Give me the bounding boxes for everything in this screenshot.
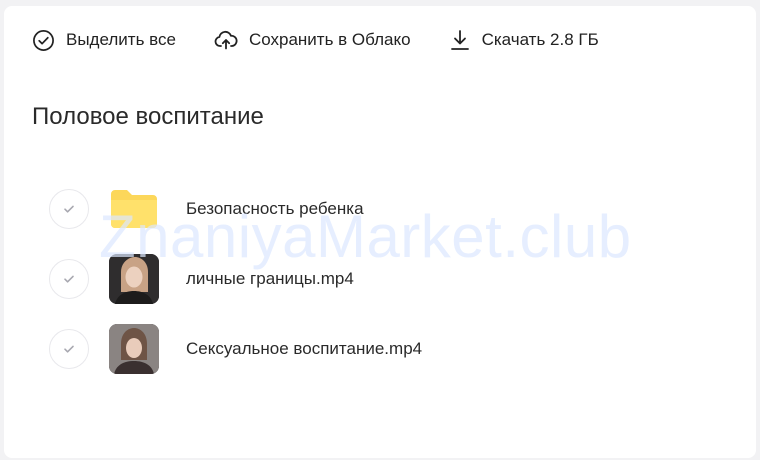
folder-icon xyxy=(109,184,159,234)
list-item[interactable]: Безопасность ребенка xyxy=(49,174,709,244)
download-label: Скачать 2.8 ГБ xyxy=(481,30,599,49)
item-checkbox[interactable] xyxy=(49,329,89,369)
check-icon xyxy=(64,275,74,283)
item-name[interactable]: личные границы.mp4 xyxy=(186,269,354,289)
page-title: Половое воспитание xyxy=(32,103,264,130)
select-all-button[interactable]: Выделить все xyxy=(32,29,176,52)
download-icon xyxy=(450,30,469,50)
check-icon xyxy=(64,205,74,213)
cloud-upload-icon xyxy=(214,30,238,50)
save-to-cloud-button[interactable]: Сохранить в Облако xyxy=(214,29,411,51)
file-list: Безопасность ребенка личные границы.mp4 xyxy=(49,174,709,384)
save-to-cloud-label: Сохранить в Облако xyxy=(248,30,411,49)
list-item[interactable]: личные границы.mp4 xyxy=(49,244,709,314)
item-checkbox[interactable] xyxy=(49,259,89,299)
content-panel: Выделить все Сохранить в Облако Скачать … xyxy=(4,6,756,458)
item-name[interactable]: Безопасность ребенка xyxy=(186,199,364,219)
check-icon xyxy=(64,345,74,353)
video-thumbnail xyxy=(109,254,159,304)
item-name[interactable]: Сексуальное воспитание.mp4 xyxy=(186,339,422,359)
video-thumbnail xyxy=(109,324,159,374)
select-all-label: Выделить все xyxy=(66,30,176,49)
item-checkbox[interactable] xyxy=(49,189,89,229)
download-button[interactable]: Скачать 2.8 ГБ xyxy=(449,28,599,52)
list-item[interactable]: Сексуальное воспитание.mp4 xyxy=(49,314,709,384)
check-circle-icon xyxy=(33,29,54,51)
toolbar: Выделить все Сохранить в Облако Скачать … xyxy=(32,26,637,54)
